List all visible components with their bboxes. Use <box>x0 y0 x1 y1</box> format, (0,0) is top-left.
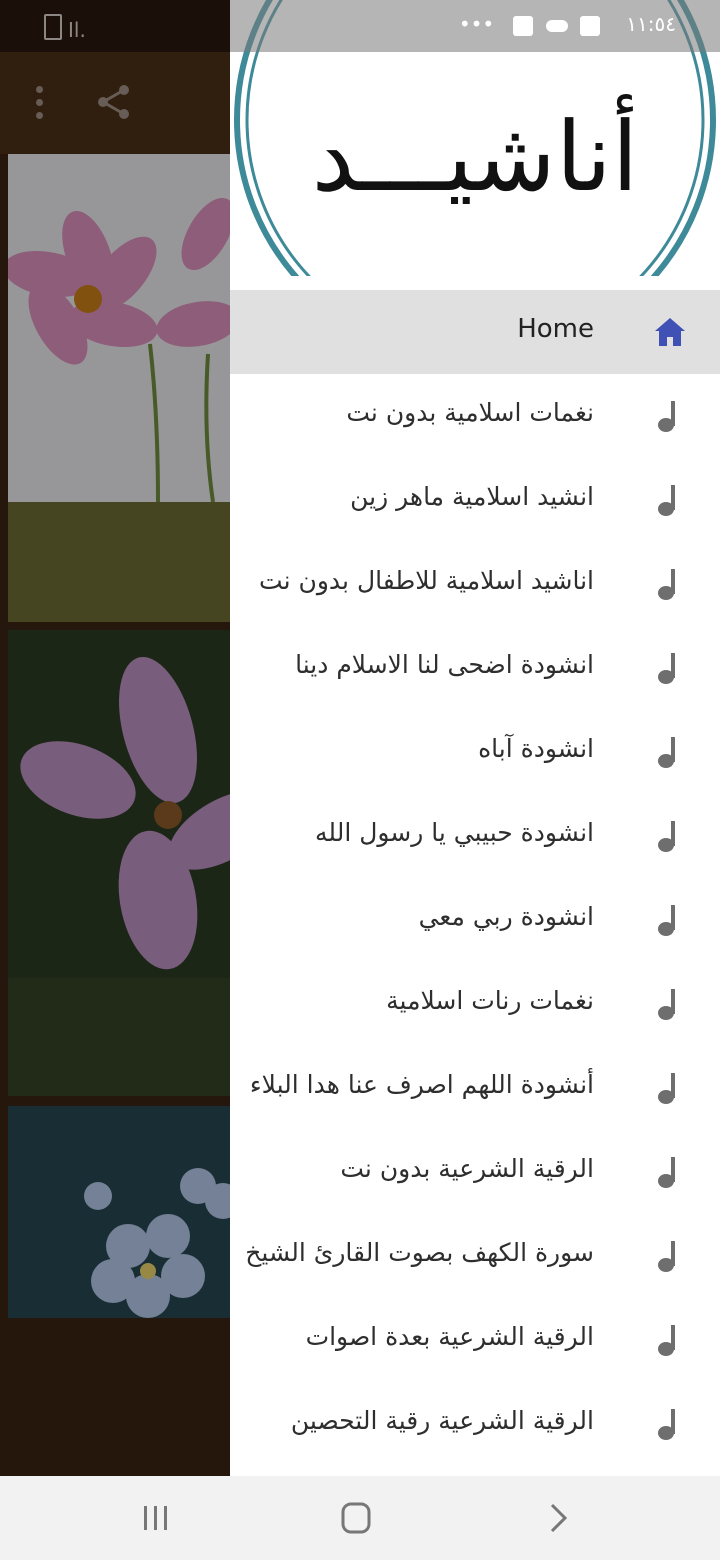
music-note-icon <box>658 401 675 432</box>
menu-item-label: نغمات اسلامية بدون نت <box>346 398 594 427</box>
home-icon <box>655 318 685 346</box>
menu-item[interactable]: الرقية الشرعية بعدة اصوات <box>230 1298 720 1382</box>
menu-item[interactable]: انشودة حبيبي يا رسول الله <box>230 794 720 878</box>
menu-item[interactable]: انشودة آباه <box>230 710 720 794</box>
cloud-icon <box>545 19 568 32</box>
menu-item[interactable]: انشودة ربي معي <box>230 878 720 962</box>
music-note-icon <box>658 1241 675 1272</box>
clock: ١١:٥٤ <box>626 12 676 36</box>
menu-item-label: سورة الكهف بصوت القارئ الشيخ <box>245 1238 594 1267</box>
menu-item[interactable]: انشودة اضحى لنا الاسلام دينا <box>230 626 720 710</box>
music-note-icon <box>658 485 675 516</box>
menu-item-label: الرقية الشرعية رقية التحصين <box>290 1406 594 1435</box>
facebook-icon <box>580 15 600 36</box>
music-note-icon <box>658 1073 675 1104</box>
menu-item[interactable]: أنشودة اللهم اصرف عنا هدا البلاء <box>230 1046 720 1130</box>
menu-item-label: الرقية الشرعية بدون نت <box>340 1154 594 1183</box>
menu-item-home[interactable]: Home <box>230 290 720 374</box>
menu-item-label: انشيد اسلامية ماهر زين <box>350 482 594 511</box>
music-note-icon <box>658 1409 675 1440</box>
music-note-icon <box>658 653 675 684</box>
menu-item-label: انشودة حبيبي يا رسول الله <box>315 818 594 847</box>
menu-item-label: الرقية الشرعية بعدة اصوات <box>305 1322 594 1351</box>
menu-item-label: انشودة آباه <box>478 734 594 763</box>
back-icon[interactable] <box>538 1502 578 1534</box>
menu-item-label: اناشيد اسلامية للاطفال بدون نت <box>259 566 594 595</box>
navigation-drawer: أناشيـــد Home نغمات اسلامية بدون نت انشيد… <box>230 0 720 1476</box>
status-bar: ••• ١١:٥٤ <box>230 0 720 52</box>
music-note-icon <box>658 737 675 768</box>
menu-item-label: انشودة ربي معي <box>418 902 594 931</box>
drawer-menu: Home نغمات اسلامية بدون نت انشيد اسلامية م… <box>230 290 720 1466</box>
home-button-icon[interactable] <box>336 1502 376 1534</box>
recent-apps-icon[interactable] <box>136 1502 176 1534</box>
music-note-icon <box>658 1157 675 1188</box>
menu-item[interactable]: نغمات رنات اسلامية <box>230 962 720 1046</box>
menu-item[interactable]: الرقية الشرعية رقية التحصين <box>230 1382 720 1466</box>
music-note-icon <box>658 821 675 852</box>
facebook-icon <box>513 15 534 36</box>
menu-item[interactable]: انشيد اسلامية ماهر زين <box>230 458 720 542</box>
menu-item[interactable]: سورة الكهف بصوت القارئ الشيخ <box>230 1214 720 1298</box>
menu-item[interactable]: اناشيد اسلامية للاطفال بدون نت <box>230 542 720 626</box>
more-notifications-icon: ••• <box>458 12 495 36</box>
menu-item-label: نغمات رنات اسلامية <box>386 986 594 1015</box>
menu-item-label: انشودة اضحى لنا الاسلام دينا <box>295 650 594 679</box>
music-note-icon <box>658 1325 675 1356</box>
menu-item[interactable]: الرقية الشرعية بدون نت <box>230 1130 720 1214</box>
menu-item[interactable]: نغمات اسلامية بدون نت <box>230 374 720 458</box>
menu-item-label: أنشودة اللهم اصرف عنا هدا البلاء <box>249 1070 594 1099</box>
system-navigation-bar <box>0 1476 720 1560</box>
music-note-icon <box>658 569 675 600</box>
notification-icons: ••• <box>459 12 600 36</box>
music-note-icon <box>658 989 675 1020</box>
menu-item-label: Home <box>517 314 594 344</box>
app-logo-text: أناشيـــد <box>312 94 639 213</box>
music-note-icon <box>658 905 675 936</box>
